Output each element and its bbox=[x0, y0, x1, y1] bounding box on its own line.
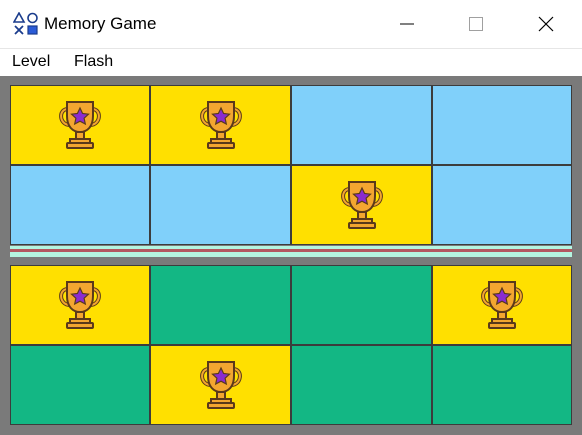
game-board bbox=[0, 76, 582, 435]
trophy-icon bbox=[481, 281, 523, 329]
trophy-icon bbox=[59, 101, 101, 149]
tile-bottom-r1-c4[interactable] bbox=[432, 265, 572, 345]
tile-top-r2-c3[interactable] bbox=[291, 165, 432, 245]
trophy-icon bbox=[199, 101, 242, 149]
title-bar: Memory Game bbox=[0, 0, 582, 48]
tile-bottom-r2-c3[interactable] bbox=[291, 345, 432, 425]
tile-bottom-r1-c3[interactable] bbox=[291, 265, 432, 345]
close-button[interactable] bbox=[517, 0, 575, 48]
trophy-icon bbox=[199, 361, 242, 409]
close-icon bbox=[538, 16, 554, 32]
maximize-button[interactable] bbox=[447, 0, 505, 48]
tile-bottom-r1-c1[interactable] bbox=[10, 265, 150, 345]
tile-top-r2-c4[interactable] bbox=[432, 165, 572, 245]
divider-strip-bottom bbox=[10, 252, 572, 257]
tile-top-r1-c1[interactable] bbox=[10, 85, 150, 165]
minimize-button[interactable] bbox=[378, 0, 436, 48]
minimize-icon bbox=[400, 23, 414, 25]
tile-top-r2-c2[interactable] bbox=[150, 165, 291, 245]
menu-bar: Level Flash bbox=[0, 48, 582, 77]
tile-top-r1-c3[interactable] bbox=[291, 85, 432, 165]
menu-flash[interactable]: Flash bbox=[74, 53, 113, 71]
tile-top-r2-c1[interactable] bbox=[10, 165, 150, 245]
tile-bottom-r2-c2[interactable] bbox=[150, 345, 291, 425]
trophy-icon bbox=[59, 281, 101, 329]
trophy-icon bbox=[340, 181, 383, 229]
tile-top-r1-c4[interactable] bbox=[432, 85, 572, 165]
shapes-icon bbox=[13, 12, 38, 35]
maximize-icon bbox=[469, 17, 483, 31]
tile-bottom-r2-c4[interactable] bbox=[432, 345, 572, 425]
tile-bottom-r1-c2[interactable] bbox=[150, 265, 291, 345]
tile-top-r1-c2[interactable] bbox=[150, 85, 291, 165]
menu-level[interactable]: Level bbox=[12, 53, 50, 71]
tile-bottom-r2-c1[interactable] bbox=[10, 345, 150, 425]
window-title: Memory Game bbox=[44, 14, 157, 33]
